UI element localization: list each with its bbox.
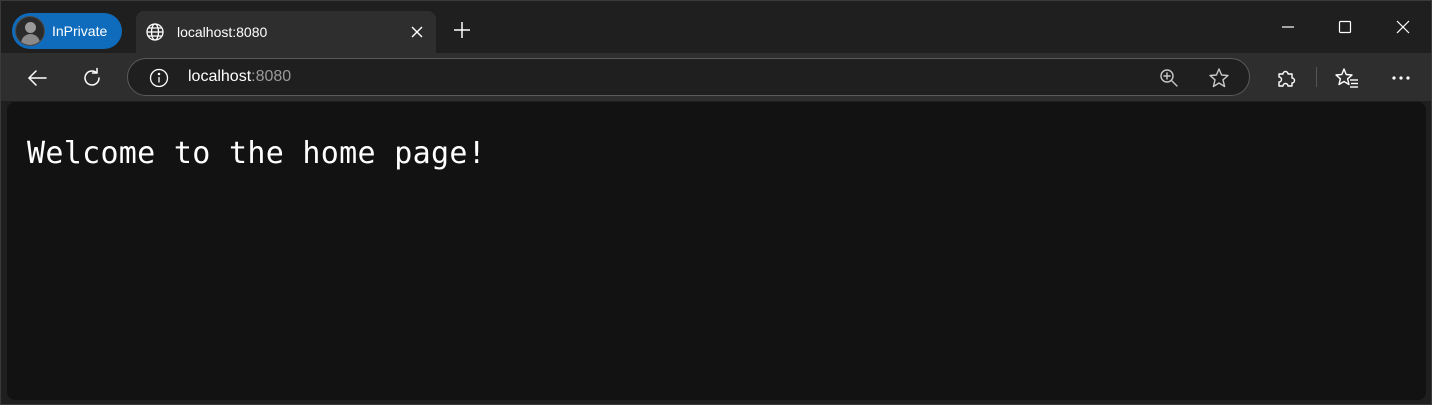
page-viewport: Welcome to the home page! <box>7 102 1426 400</box>
back-button[interactable] <box>20 61 54 95</box>
zoom-in-icon[interactable] <box>1156 65 1182 91</box>
back-arrow-icon <box>26 67 48 89</box>
close-window-button[interactable] <box>1383 9 1423 45</box>
navigation-toolbar: localhost:8080 <box>1 53 1431 101</box>
new-tab-button[interactable] <box>446 14 478 46</box>
settings-menu-button[interactable] <box>1384 61 1418 95</box>
globe-icon <box>145 22 165 42</box>
close-icon <box>1396 20 1410 34</box>
minimize-icon <box>1281 20 1295 34</box>
tab-title: localhost:8080 <box>177 24 268 40</box>
address-bar[interactable]: localhost:8080 <box>127 58 1250 96</box>
avatar <box>15 16 45 46</box>
favorites-icon <box>1335 67 1359 89</box>
favorites-button[interactable] <box>1330 61 1364 95</box>
plus-icon <box>453 21 471 39</box>
browser-window: InPrivate localhost:8080 localhost:8080 … <box>0 0 1432 405</box>
extensions-button[interactable] <box>1269 61 1303 95</box>
refresh-button[interactable] <box>75 61 109 95</box>
url-host: localhost <box>188 68 252 85</box>
tab-close-icon[interactable] <box>402 17 432 47</box>
puzzle-icon <box>1275 67 1297 89</box>
page-heading: Welcome to the home page! <box>27 136 487 171</box>
toolbar-divider <box>1316 67 1317 87</box>
url-text[interactable]: localhost:8080 <box>188 68 291 86</box>
maximize-button[interactable] <box>1325 9 1365 45</box>
url-port: :8080 <box>251 68 292 85</box>
maximize-icon <box>1338 20 1352 34</box>
info-icon[interactable] <box>148 67 170 89</box>
more-icon <box>1391 75 1411 81</box>
refresh-icon <box>81 67 103 89</box>
minimize-button[interactable] <box>1268 9 1308 45</box>
inprivate-profile-button[interactable]: InPrivate <box>12 13 122 49</box>
inprivate-label: InPrivate <box>52 23 108 39</box>
tab-localhost[interactable]: localhost:8080 <box>136 11 436 53</box>
tab-strip: InPrivate localhost:8080 <box>1 1 1431 57</box>
star-icon[interactable] <box>1206 65 1232 91</box>
